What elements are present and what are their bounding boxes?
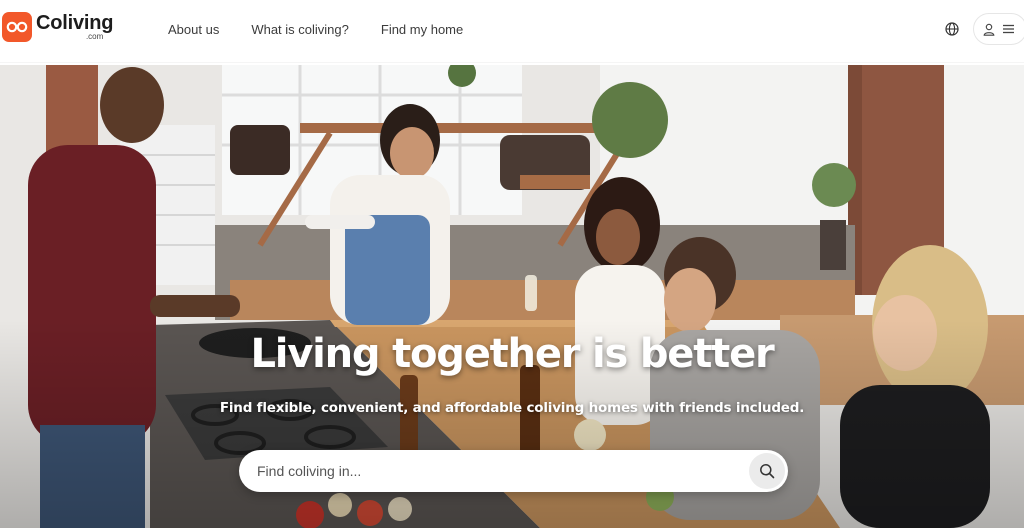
hero-title: Living together is better <box>250 331 774 377</box>
menu-icon <box>1003 24 1014 34</box>
hero-section: Living together is better Find flexible,… <box>0 65 1024 528</box>
brand-logo[interactable]: Coliving .com <box>2 12 113 42</box>
account-menu-button[interactable] <box>973 13 1024 45</box>
hero-subtitle: Find flexible, convenient, and affordabl… <box>219 400 805 416</box>
main-nav: About us What is coliving? Find my home <box>168 0 495 58</box>
nav-find-my-home[interactable]: Find my home <box>381 22 463 37</box>
nav-what-is-coliving[interactable]: What is coliving? <box>251 22 349 37</box>
search-icon <box>760 464 775 479</box>
brand-wordmark: Coliving .com <box>36 12 114 41</box>
user-icon <box>983 23 995 36</box>
brand-mark-icon <box>2 12 32 42</box>
brand-name: Coliving <box>36 12 114 34</box>
search-button[interactable] <box>749 453 785 489</box>
brand-suffix: .com <box>85 32 104 41</box>
nav-about-us[interactable]: About us <box>168 22 219 37</box>
hero-search-bar <box>239 450 788 492</box>
site-header: Coliving .com About us What is coliving?… <box>0 0 1024 62</box>
globe-icon <box>945 22 959 36</box>
language-button[interactable] <box>942 19 962 39</box>
search-input[interactable] <box>257 456 727 486</box>
